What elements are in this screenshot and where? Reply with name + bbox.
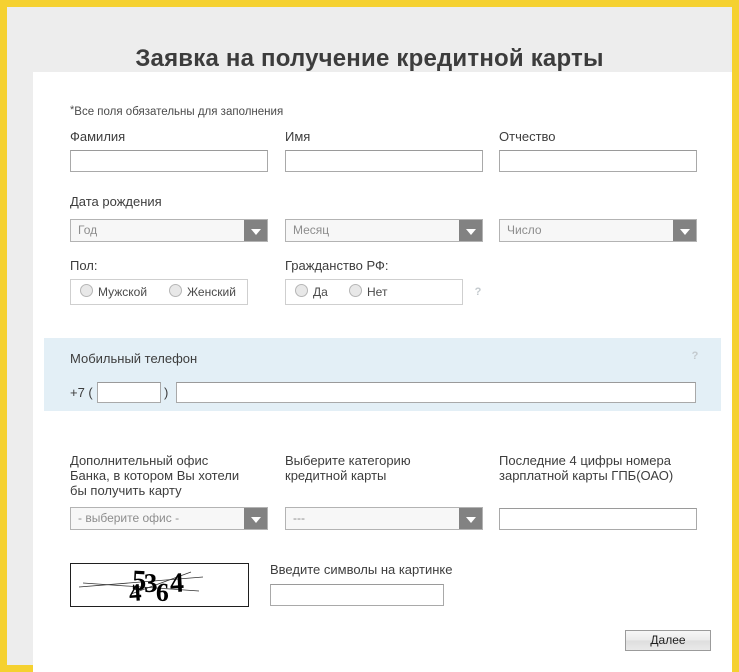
birth-month-select[interactable]: Месяц xyxy=(285,219,483,242)
last-name-label: Фамилия xyxy=(70,129,126,144)
chevron-down-icon[interactable] xyxy=(459,220,482,241)
citizenship-radio-group: Да Нет xyxy=(285,279,463,305)
gender-option-male[interactable]: Мужской xyxy=(80,280,147,304)
radio-icon[interactable] xyxy=(80,284,93,297)
chevron-down-icon[interactable] xyxy=(459,508,482,529)
gender-radio-group: Мужской Женский xyxy=(70,279,248,305)
birth-year-value: Год xyxy=(78,223,98,237)
birth-day-select[interactable]: Число xyxy=(499,219,697,242)
captcha-text: 45364 xyxy=(127,564,196,606)
application-page: Заявка на получение кредитной карты *Все… xyxy=(0,0,739,672)
citizenship-option-yes-label: Да xyxy=(313,285,328,299)
office-select-value: - выберите офис - xyxy=(78,511,180,525)
radio-icon[interactable] xyxy=(295,284,308,297)
office-label: Дополнительный офис Банка, в котором Вы … xyxy=(70,453,270,498)
radio-icon[interactable] xyxy=(169,284,182,297)
mobile-phone-help-icon[interactable]: ? xyxy=(688,349,702,363)
citizenship-option-yes[interactable]: Да xyxy=(295,280,328,304)
middle-name-label: Отчество xyxy=(499,129,556,144)
citizenship-label: Гражданство РФ: xyxy=(285,258,389,273)
card-category-select-value: --- xyxy=(293,511,305,525)
salary-card-label-line-2: зарплатной карты ГПБ(ОАО) xyxy=(499,468,674,483)
office-label-line-1: Дополнительный офис xyxy=(70,453,209,468)
middle-name-input[interactable] xyxy=(499,150,697,172)
citizenship-option-no-label: Нет xyxy=(367,285,388,299)
office-label-line-3: бы получить карту xyxy=(70,483,182,498)
salary-card-label-line-1: Последние 4 цифры номера xyxy=(499,453,671,468)
captcha-input[interactable] xyxy=(270,584,444,606)
required-note-text: Все поля обязательны для заполнения xyxy=(74,106,284,118)
mobile-phone-label: Мобильный телефон xyxy=(70,351,198,366)
chevron-down-icon[interactable] xyxy=(244,220,267,241)
card-category-label-line-2: кредитной карты xyxy=(285,468,387,483)
captcha-image: 45364 xyxy=(70,563,249,607)
office-select[interactable]: - выберите офис - xyxy=(70,507,268,530)
captcha-digit-5: 4 xyxy=(169,567,185,600)
required-fields-note: *Все поля обязательны для заполнения xyxy=(70,104,283,118)
captcha-input-label: Введите символы на картинке xyxy=(270,562,453,577)
first-name-input[interactable] xyxy=(285,150,483,172)
radio-icon[interactable] xyxy=(349,284,362,297)
citizenship-option-no[interactable]: Нет xyxy=(349,280,387,304)
office-label-line-2: Банка, в котором Вы хотели xyxy=(70,468,240,483)
submit-button[interactable]: Далее xyxy=(625,630,711,651)
birth-day-value: Число xyxy=(507,223,542,237)
page-title: Заявка на получение кредитной карты xyxy=(135,45,604,73)
mobile-phone-section: Мобильный телефон ? +7 ( ) xyxy=(44,338,721,411)
gender-label: Пол: xyxy=(70,258,98,273)
chevron-down-icon[interactable] xyxy=(673,220,696,241)
birth-month-value: Месяц xyxy=(293,223,330,237)
birth-year-select[interactable]: Год xyxy=(70,219,268,242)
gender-option-female-label: Женский xyxy=(187,285,236,299)
salary-card-label: Последние 4 цифры номера зарплатной карт… xyxy=(499,453,714,483)
captcha-digit-4: 6 xyxy=(155,577,170,607)
birth-date-label: Дата рождения xyxy=(70,194,162,209)
card-category-label-line-1: Выберите категорию xyxy=(285,453,411,468)
citizenship-help-icon[interactable]: ? xyxy=(471,285,485,299)
gender-option-male-label: Мужской xyxy=(98,285,148,299)
last-name-input[interactable] xyxy=(70,150,268,172)
phone-number-input[interactable] xyxy=(176,382,696,403)
card-category-select[interactable]: --- xyxy=(285,507,483,530)
gender-option-female[interactable]: Женский xyxy=(169,280,236,304)
first-name-label: Имя xyxy=(285,129,311,144)
form-card: *Все поля обязательны для заполнения Фам… xyxy=(33,72,732,672)
phone-area-code-input[interactable] xyxy=(97,382,161,403)
phone-paren-close: ) xyxy=(164,385,169,400)
salary-card-input[interactable] xyxy=(499,508,697,530)
phone-country-prefix: +7 ( xyxy=(70,385,93,400)
chevron-down-icon[interactable] xyxy=(244,508,267,529)
card-category-label: Выберите категорию кредитной карты xyxy=(285,453,485,483)
